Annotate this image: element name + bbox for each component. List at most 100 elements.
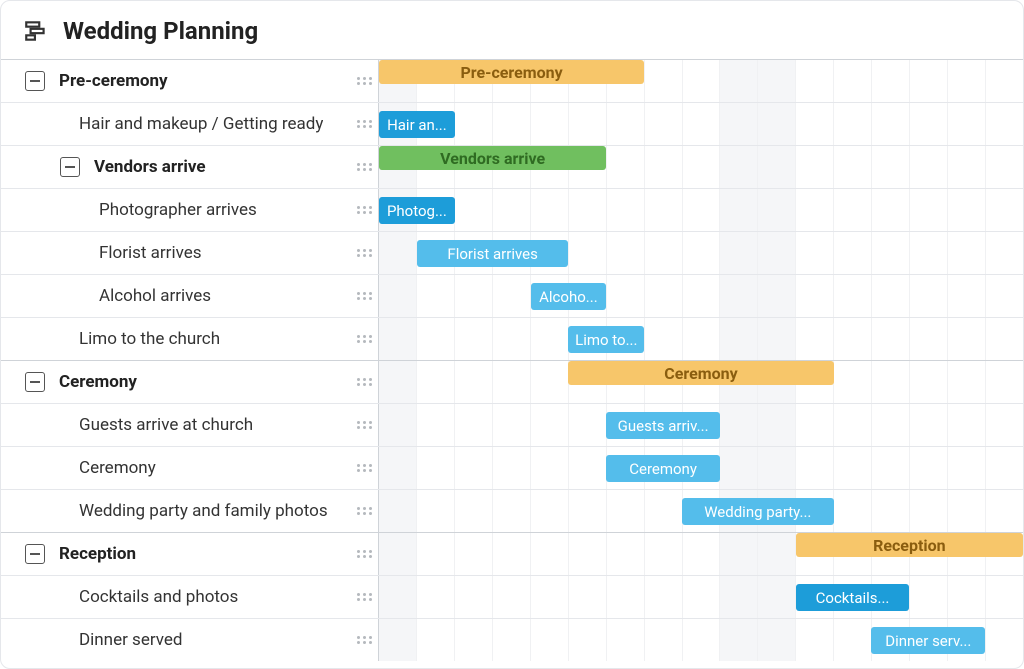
bar-layer: Photog... — [379, 189, 1023, 231]
drag-handle-icon[interactable] — [356, 370, 372, 394]
row-label[interactable]: Hair and makeup / Getting ready — [79, 114, 323, 134]
drag-handle-icon[interactable] — [356, 198, 372, 222]
gantt-app: Wedding Planning Pre-ceremonyPre-ceremon… — [0, 0, 1024, 669]
task-row: Alcohol arrives Alcoho... — [1, 274, 1023, 317]
row-timeline: Dinner serv... — [379, 619, 1023, 661]
group-bar[interactable]: Vendors arrive — [379, 146, 606, 170]
header: Wedding Planning — [1, 1, 1023, 59]
bar-layer: Dinner serv... — [379, 619, 1023, 661]
task-bar[interactable]: Florist arrives — [417, 240, 569, 267]
group-bar[interactable]: Reception — [796, 533, 1023, 557]
group-bar[interactable]: Pre-ceremony — [379, 60, 644, 84]
bar-layer: Pre-ceremony — [379, 60, 1023, 102]
bar-layer: Wedding party... — [379, 490, 1023, 532]
task-bar[interactable]: Photog... — [379, 197, 455, 224]
bar-layer: Alcoho... — [379, 275, 1023, 317]
row-label[interactable]: Dinner served — [79, 630, 183, 650]
task-bar[interactable]: Wedding party... — [682, 498, 834, 525]
row-left: Vendors arrive — [1, 146, 379, 188]
task-row: Florist arrives Florist arrives — [1, 231, 1023, 274]
bar-layer: Limo to... — [379, 318, 1023, 360]
task-bar[interactable]: Hair an... — [379, 111, 455, 138]
task-bar[interactable]: Dinner serv... — [871, 627, 985, 654]
row-label[interactable]: Photographer arrives — [99, 200, 257, 220]
row-label[interactable]: Guests arrive at church — [79, 415, 253, 435]
bar-layer: Ceremony — [379, 447, 1023, 489]
row-left: Pre-ceremony — [1, 60, 379, 102]
row-left: Ceremony — [1, 447, 379, 489]
row-left: Hair and makeup / Getting ready — [1, 103, 379, 145]
row-label[interactable]: Alcohol arrives — [99, 286, 211, 306]
row-left: Photographer arrives — [1, 189, 379, 231]
task-bar[interactable]: Limo to... — [568, 326, 644, 353]
row-left: Limo to the church — [1, 318, 379, 360]
row-timeline: Vendors arrive — [379, 146, 1023, 188]
row-left: Dinner served — [1, 619, 379, 661]
row-label[interactable]: Ceremony — [79, 458, 156, 478]
drag-handle-icon[interactable] — [356, 69, 372, 93]
bar-layer: Vendors arrive — [379, 146, 1023, 188]
row-label[interactable]: Reception — [59, 544, 136, 564]
drag-handle-icon[interactable] — [356, 628, 372, 652]
drag-handle-icon[interactable] — [356, 155, 372, 179]
gantt-grid: Pre-ceremony Pre-ceremony Hair and makeup … — [1, 59, 1023, 668]
task-bar[interactable]: Guests arriv... — [606, 412, 720, 439]
bar-layer: Cocktails... — [379, 576, 1023, 618]
row-timeline: Photog... — [379, 189, 1023, 231]
row-timeline: Hair an... — [379, 103, 1023, 145]
drag-handle-icon[interactable] — [356, 327, 372, 351]
collapse-toggle[interactable] — [60, 157, 80, 177]
bar-layer: Guests arriv... — [379, 404, 1023, 446]
task-row: Guests arrive at church Guests arriv... — [1, 403, 1023, 446]
row-timeline: Pre-ceremony — [379, 60, 1023, 102]
row-timeline: Limo to... — [379, 318, 1023, 360]
row-left: Ceremony — [1, 361, 379, 403]
row-label[interactable]: Wedding party and family photos — [79, 501, 328, 521]
task-bar[interactable]: Alcoho... — [531, 283, 607, 310]
task-bar[interactable]: Ceremony — [606, 455, 720, 482]
row-timeline: Cocktails... — [379, 576, 1023, 618]
row-left: Wedding party and family photos — [1, 490, 379, 532]
task-row: Limo to the church Limo to... — [1, 317, 1023, 360]
row-label[interactable]: Limo to the church — [79, 329, 220, 349]
group-row: Reception Reception — [1, 532, 1023, 575]
group-row: Vendors arrive Vendors arrive — [1, 145, 1023, 188]
page-title: Wedding Planning — [63, 17, 258, 45]
row-timeline: Florist arrives — [379, 232, 1023, 274]
row-left: Reception — [1, 533, 379, 575]
row-label[interactable]: Pre-ceremony — [59, 71, 168, 91]
task-row: Photographer arrives Photog... — [1, 188, 1023, 231]
drag-handle-icon[interactable] — [356, 413, 372, 437]
row-label[interactable]: Vendors arrive — [94, 157, 206, 177]
group-bar[interactable]: Ceremony — [568, 361, 833, 385]
task-row: Ceremony Ceremony — [1, 446, 1023, 489]
row-timeline: Wedding party... — [379, 490, 1023, 532]
group-row: Pre-ceremony Pre-ceremony — [1, 59, 1023, 102]
row-label[interactable]: Cocktails and photos — [79, 587, 238, 607]
task-bar[interactable]: Cocktails... — [796, 584, 910, 611]
task-row: Cocktails and photos Cocktails... — [1, 575, 1023, 618]
row-timeline: Ceremony — [379, 447, 1023, 489]
collapse-toggle[interactable] — [25, 544, 45, 564]
drag-handle-icon[interactable] — [356, 241, 372, 265]
drag-handle-icon[interactable] — [356, 585, 372, 609]
row-label[interactable]: Ceremony — [59, 372, 137, 392]
timeline-icon — [23, 18, 49, 44]
drag-handle-icon[interactable] — [356, 284, 372, 308]
row-timeline: Alcoho... — [379, 275, 1023, 317]
row-timeline: Guests arriv... — [379, 404, 1023, 446]
drag-handle-icon[interactable] — [356, 499, 372, 523]
row-timeline: Reception — [379, 533, 1023, 575]
drag-handle-icon[interactable] — [356, 456, 372, 480]
drag-handle-icon[interactable] — [356, 542, 372, 566]
group-row: Ceremony Ceremony — [1, 360, 1023, 403]
bar-layer: Florist arrives — [379, 232, 1023, 274]
bar-layer: Hair an... — [379, 103, 1023, 145]
row-left: Alcohol arrives — [1, 275, 379, 317]
row-left: Guests arrive at church — [1, 404, 379, 446]
collapse-toggle[interactable] — [25, 372, 45, 392]
row-left: Florist arrives — [1, 232, 379, 274]
drag-handle-icon[interactable] — [356, 112, 372, 136]
row-label[interactable]: Florist arrives — [99, 243, 202, 263]
collapse-toggle[interactable] — [25, 71, 45, 91]
